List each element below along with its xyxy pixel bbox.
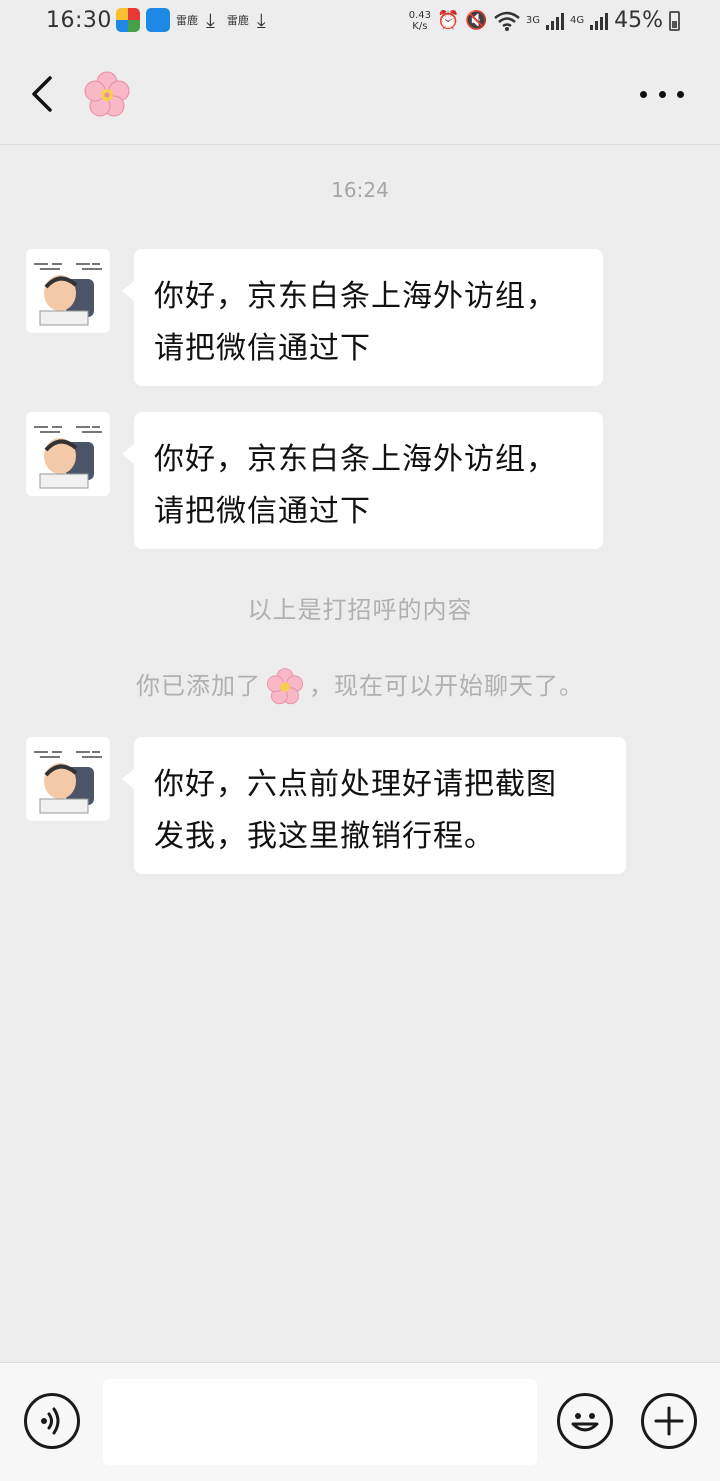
emoji-button[interactable] — [557, 1393, 613, 1449]
signal-icon — [545, 12, 564, 30]
status-time: 16:30 — [46, 8, 112, 33]
download-icon: ⤓ — [206, 8, 215, 32]
message-bubble[interactable]: 你好，京东白条上海外访组， 请把微信通过下 — [122, 412, 603, 549]
message-line: 请把微信通过下 — [154, 494, 371, 529]
emoji-icon — [571, 1413, 599, 1432]
app-label: 雷鹿 — [226, 14, 249, 27]
more-functions-button[interactable] — [641, 1393, 697, 1449]
contact-avatar[interactable] — [26, 737, 110, 821]
contact-avatar[interactable] — [26, 249, 110, 333]
battery-percent: 45% — [614, 8, 663, 33]
more-dot — [658, 90, 666, 98]
chat-timestamp: 16:24 — [331, 178, 389, 202]
back-button[interactable] — [24, 72, 64, 116]
notification-icons: 雷鹿 ⤓ 雷鹿 ⤓ — [116, 8, 272, 32]
chat-header — [0, 44, 720, 145]
message-bubble[interactable]: 你好，京东白条上海外访组， 请把微信通过下 — [122, 249, 603, 386]
app-label: 雷鹿 — [176, 14, 198, 27]
message-line: 请把微信通过下 — [154, 331, 371, 366]
cherry-blossom-icon[interactable] — [82, 70, 132, 120]
signal-icon — [590, 12, 609, 30]
status-bar: 16:30 雷鹿 ⤓ 雷鹿 ⤓ 0.43 K/s ⏰ 🔇 3G 4G 45% — [0, 0, 720, 44]
message-bubble[interactable]: 你好，六点前处理好请把截图 发我，我这里撤销行程。 — [122, 737, 626, 874]
alarm-icon: ⏰ — [437, 10, 460, 31]
voice-icon — [41, 1407, 60, 1435]
message-line: 你好，六点前处理好请把截图 — [154, 767, 557, 802]
network-speed: 0.43 K/s — [408, 9, 431, 32]
more-dot — [677, 90, 684, 98]
download-icon: ⤓ — [256, 8, 266, 32]
system-note-greeting: 以上是打招呼的内容 — [247, 596, 473, 624]
message-line: 你好，京东白条上海外访组， — [154, 442, 557, 477]
more-button[interactable] — [640, 82, 684, 106]
message-input[interactable] — [103, 1379, 537, 1465]
system-note-added: 你已添加了 ，现在可以开始聊天了。 — [0, 666, 720, 707]
more-dot — [640, 90, 647, 98]
system-indicators: 0.43 K/s ⏰ 🔇 3G 4G 45% — [409, 8, 680, 33]
chat-input-bar — [0, 1362, 720, 1481]
chevron-left-icon — [32, 76, 52, 112]
contact-avatar[interactable] — [26, 412, 110, 496]
sticker-avatar-image — [34, 263, 102, 326]
sticker-avatar-image — [34, 751, 102, 814]
message-line: 发我，我这里撤销行程。 — [154, 819, 495, 854]
plus-icon — [654, 1406, 684, 1436]
mute-icon: 🔇 — [465, 10, 488, 31]
network-type-1: 3G — [525, 14, 540, 26]
message-line: 你好，京东白条上海外访组， — [154, 279, 557, 314]
cherry-blossom-icon — [267, 668, 303, 705]
voice-button[interactable] — [24, 1393, 80, 1449]
battery-icon — [669, 10, 680, 31]
wifi-icon — [494, 11, 520, 31]
app-notification-icon — [146, 8, 170, 32]
sticker-avatar-image — [34, 426, 102, 489]
network-type-2: 4G — [569, 14, 585, 26]
app-notification-icon — [116, 8, 140, 32]
